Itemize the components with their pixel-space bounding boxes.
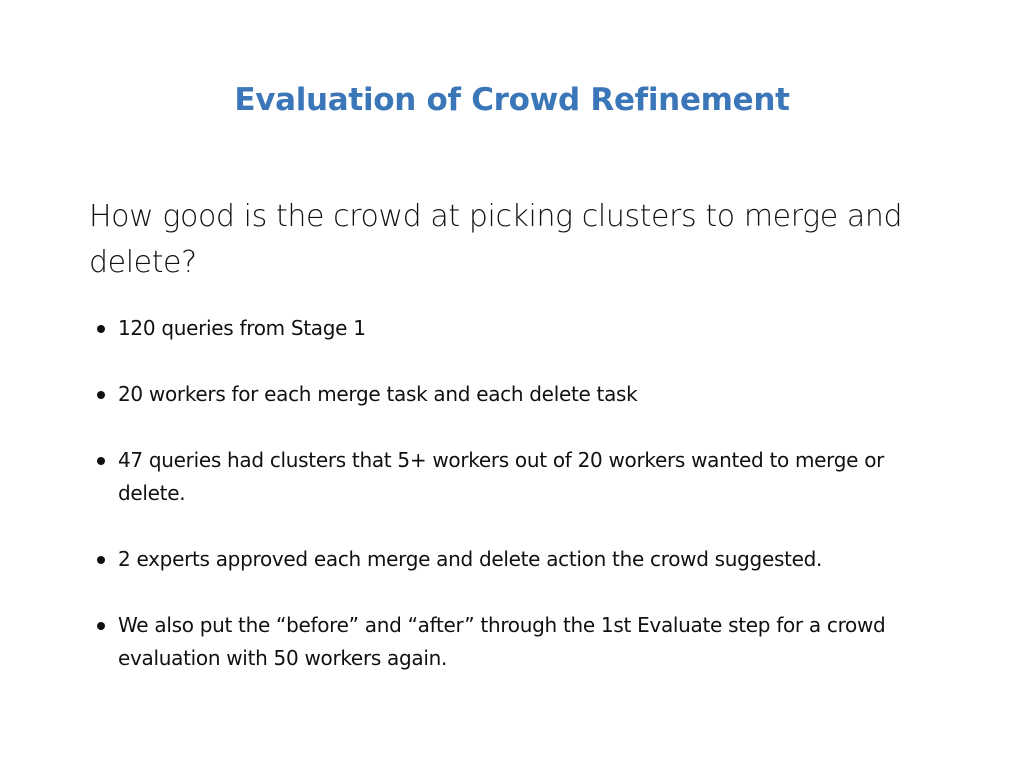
bullet-icon (97, 622, 105, 630)
bullet-list: 120 queries from Stage 1 20 workers for … (97, 312, 938, 708)
bullet-text: We also put the “before” and “after” thr… (118, 613, 886, 670)
bullet-icon (97, 325, 105, 333)
bullet-item: We also put the “before” and “after” thr… (97, 609, 938, 675)
slide-subtitle: How good is the crowd at picking cluster… (89, 199, 903, 280)
bullet-icon (97, 556, 105, 564)
bullet-item: 2 experts approved each merge and delete… (97, 543, 938, 576)
bullet-text: 47 queries had clusters that 5+ workers … (118, 448, 885, 505)
slide-title: Evaluation of Crowd Refinement (234, 82, 790, 118)
bullet-text: 20 workers for each merge task and each … (118, 382, 638, 406)
bullet-item: 20 workers for each merge task and each … (97, 378, 938, 411)
bullet-item: 120 queries from Stage 1 (97, 312, 938, 345)
bullet-text: 120 queries from Stage 1 (118, 316, 366, 340)
bullet-item: 47 queries had clusters that 5+ workers … (97, 444, 938, 510)
bullet-text: 2 experts approved each merge and delete… (118, 547, 823, 571)
bullet-icon (97, 457, 105, 465)
bullet-icon (97, 391, 105, 399)
